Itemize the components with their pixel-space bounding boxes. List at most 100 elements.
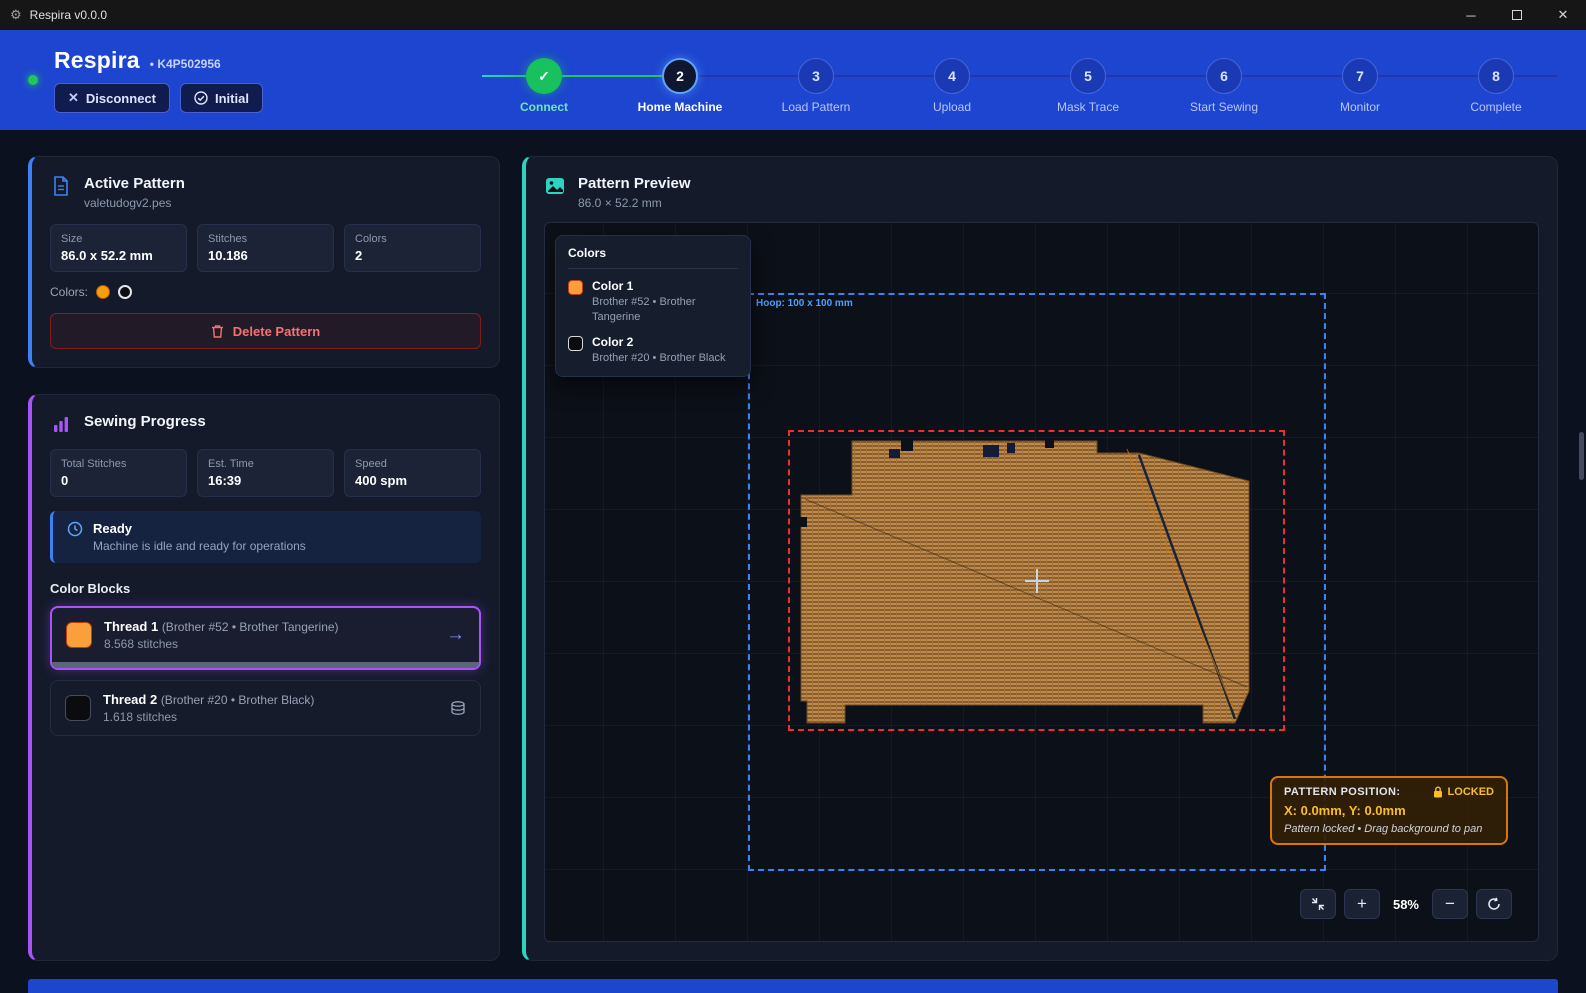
thread-1-stitches: 8.568 stitches <box>104 637 434 651</box>
zoom-fit-button[interactable] <box>1300 889 1336 919</box>
maximize-button[interactable] <box>1494 0 1540 30</box>
arrow-right-icon: → <box>446 624 465 646</box>
zoom-controls: + 58% − <box>1300 889 1512 919</box>
image-icon <box>544 175 566 197</box>
step-circle: 3 <box>798 58 834 94</box>
step-monitor[interactable]: 7 Monitor <box>1342 58 1378 94</box>
app-header: Respira • K4P502956 ✕ Disconnect Initial <box>0 30 1586 130</box>
step-upload[interactable]: 4 Upload <box>934 58 970 94</box>
check-circle-icon <box>194 91 208 105</box>
layers-icon <box>450 700 466 716</box>
stat-colors: Colors 2 <box>344 224 481 272</box>
scrollbar-thumb[interactable] <box>1579 432 1584 480</box>
zoom-level: 58% <box>1388 897 1424 912</box>
stepper-connector <box>698 75 798 77</box>
step-circle: 8 <box>1478 58 1514 94</box>
document-icon <box>50 175 72 197</box>
stat-size: Size 86.0 x 52.2 mm <box>50 224 187 272</box>
position-coordinates: X: 0.0mm, Y: 0.0mm <box>1284 803 1494 818</box>
connection-status-dot <box>28 75 38 85</box>
step-circle: 6 <box>1206 58 1242 94</box>
initial-button[interactable]: Initial <box>180 83 263 113</box>
fit-screen-icon <box>1311 897 1325 911</box>
trash-icon <box>211 324 224 338</box>
close-button[interactable]: ✕ <box>1540 0 1586 30</box>
stat-est-time: Est. Time 16:39 <box>197 449 334 497</box>
hoop-label: Hoop: 100 x 100 mm <box>756 298 853 309</box>
color-1-swatch <box>568 280 583 295</box>
bar-chart-icon <box>50 413 72 435</box>
color-item-2[interactable]: Color 2 Brother #20 • Brother Black <box>568 335 738 366</box>
footer-bar <box>28 979 1558 993</box>
app-name: Respira <box>54 47 140 74</box>
sewing-progress-title: Sewing Progress <box>84 413 206 430</box>
thread-1-swatch <box>66 622 92 648</box>
zoom-reset-button[interactable] <box>1476 889 1512 919</box>
delete-pattern-button[interactable]: Delete Pattern <box>50 313 481 349</box>
color-blocks-label: Color Blocks <box>50 581 481 596</box>
clock-icon <box>67 521 83 537</box>
app-icon: ⚙ <box>10 7 22 23</box>
stepper-connector <box>1106 75 1206 77</box>
color-swatch-orange <box>96 285 110 299</box>
check-icon: ✓ <box>538 68 550 85</box>
preview-canvas[interactable]: Hoop: 100 x 100 mm <box>544 222 1539 942</box>
step-circle: 5 <box>1070 58 1106 94</box>
locked-badge: LOCKED <box>1433 786 1494 798</box>
step-connect[interactable]: ✓ Connect <box>526 58 562 94</box>
pattern-position-panel: PATTERN POSITION: LOCKED X: 0.0mm, Y: 0.… <box>1270 776 1508 845</box>
thread-2-stitches: 1.618 stitches <box>103 710 438 724</box>
close-icon: ✕ <box>68 90 79 106</box>
step-home-machine[interactable]: 2 Home Machine <box>662 58 698 94</box>
step-circle: 7 <box>1342 58 1378 94</box>
thread-2-swatch <box>65 695 91 721</box>
right-column: Pattern Preview 86.0 × 52.2 mm Hoop: 100… <box>522 156 1558 961</box>
pattern-preview-card: Pattern Preview 86.0 × 52.2 mm Hoop: 100… <box>522 156 1558 961</box>
zoom-in-button[interactable]: + <box>1344 889 1380 919</box>
thread-1-progress <box>52 662 479 668</box>
zoom-out-button[interactable]: − <box>1432 889 1468 919</box>
step-mask-trace[interactable]: 5 Mask Trace <box>1070 58 1106 94</box>
stat-speed: Speed 400 spm <box>344 449 481 497</box>
step-circle-active: 2 <box>662 58 698 94</box>
thread-1-block[interactable]: Thread 1 (Brother #52 • Brother Tangerin… <box>50 606 481 670</box>
center-crosshair <box>1025 569 1049 593</box>
stepper-connector <box>1378 75 1478 77</box>
position-title: PATTERN POSITION: <box>1284 786 1400 798</box>
thread-2-block[interactable]: Thread 2 (Brother #20 • Brother Black) 1… <box>50 680 481 736</box>
lock-icon <box>1433 786 1443 798</box>
colors-panel-title: Colors <box>568 246 738 269</box>
stepper-connector <box>1514 75 1558 77</box>
maximize-icon <box>1512 10 1522 20</box>
stepper-connector <box>1242 75 1342 77</box>
status-description: Machine is idle and ready for operations <box>93 539 306 553</box>
color-2-swatch <box>568 336 583 351</box>
step-start-sewing[interactable]: 6 Start Sewing <box>1206 58 1242 94</box>
minimize-button[interactable]: ─ <box>1448 0 1494 30</box>
pattern-dimensions: 86.0 × 52.2 mm <box>578 196 691 210</box>
stat-stitches: Stitches 10.186 <box>197 224 334 272</box>
machine-status-banner: Ready Machine is idle and ready for oper… <box>50 511 481 563</box>
header-left: Respira • K4P502956 ✕ Disconnect Initial <box>28 30 438 130</box>
position-hint: Pattern locked • Drag background to pan <box>1284 823 1494 835</box>
step-circle: 4 <box>934 58 970 94</box>
refresh-icon <box>1487 897 1501 911</box>
step-complete[interactable]: 8 Complete <box>1478 58 1514 94</box>
window-controls: ─ ✕ <box>1448 0 1586 30</box>
workflow-stepper: ✓ Connect 2 Home Machine 3 Load Pattern … <box>438 30 1558 130</box>
left-column: Active Pattern valetudogv2.pes Size 86.0… <box>28 156 500 961</box>
sewing-progress-card: Sewing Progress Total Stitches 0 Est. Ti… <box>28 394 500 961</box>
titlebar: ⚙ Respira v0.0.0 ─ ✕ <box>0 0 1586 30</box>
active-pattern-title: Active Pattern <box>84 175 185 192</box>
color-swatch-black <box>118 285 132 299</box>
pattern-preview-title: Pattern Preview <box>578 175 691 192</box>
disconnect-button[interactable]: ✕ Disconnect <box>54 83 170 113</box>
colors-panel: Colors Color 1 Brother #52 • Brother Tan… <box>555 235 751 377</box>
step-load-pattern[interactable]: 3 Load Pattern <box>798 58 834 94</box>
stepper-connector <box>562 75 662 77</box>
stepper-connector <box>482 75 526 77</box>
color-item-1[interactable]: Color 1 Brother #52 • Brother Tangerine <box>568 279 738 325</box>
status-title: Ready <box>93 521 306 536</box>
window-title: Respira v0.0.0 <box>30 8 107 22</box>
pattern-filename: valetudogv2.pes <box>84 196 185 210</box>
